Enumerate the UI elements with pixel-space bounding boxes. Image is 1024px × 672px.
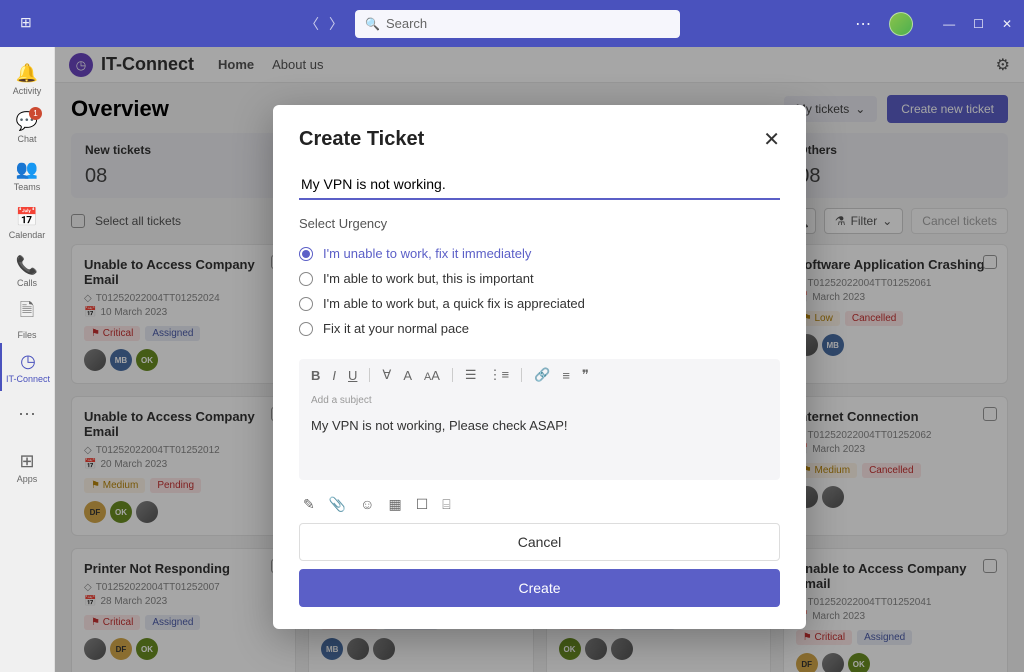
radio-icon [299,272,313,286]
link-icon[interactable]: 🔗 [534,367,550,383]
back-icon[interactable]: 〈 [305,14,319,34]
apps-icon: ⊞ [19,451,34,472]
files-icon: 🗎 [20,298,34,328]
strike-icon[interactable]: ∀ [382,367,391,383]
more-options-icon[interactable]: ⌸ [442,496,450,513]
urgency-label: Select Urgency [299,216,780,231]
number-list-icon[interactable]: ⋮≡ [489,367,510,383]
search-icon: 🔍 [365,17,380,31]
bullet-list-icon[interactable]: ☰ [465,367,477,383]
rail-files[interactable]: 🗎Files [0,295,54,343]
rail-itconnect[interactable]: ◷IT-Connect [0,343,54,391]
titlebar: ⊞ 〈 〉 🔍 Search ⋯ — ☐ ✕ [0,0,1024,47]
search-input[interactable]: 🔍 Search [355,10,680,38]
more-dots-icon: ⋯ [18,404,36,425]
emoji-icon[interactable]: ☺ [360,496,374,513]
bell-icon: 🔔 [16,63,38,84]
close-icon[interactable]: ✕ [1002,17,1012,31]
underline-icon[interactable]: U [348,368,357,383]
urgency-radio-group: I'm unable to work, fix it immediately I… [299,241,780,341]
urgency-option-1[interactable]: I'm unable to work, fix it immediately [299,241,780,266]
calls-icon: 📞 [16,255,38,276]
rail-calendar[interactable]: 📅Calendar [0,199,54,247]
chat-badge: 1 [29,107,42,120]
teams-icon: 👥 [16,159,38,180]
modal-overlay: Create Ticket ✕ Select Urgency I'm unabl… [55,47,1024,672]
modal-title: Create Ticket [299,128,424,151]
forward-icon[interactable]: 〉 [329,14,343,34]
search-placeholder: Search [386,16,427,31]
font-color-icon[interactable]: A [403,368,412,383]
rail-more[interactable]: ⋯ [0,391,54,439]
nav-arrows: 〈 〉 [305,14,343,34]
create-button[interactable]: Create [299,569,780,607]
quote-icon[interactable]: ❞ [582,367,589,383]
bold-icon[interactable]: B [311,368,320,383]
editor-toolbar: B I U ∀ A AA ☰ ⋮≡ 🔗 ≡ ❞ [299,359,780,391]
cancel-button[interactable]: Cancel [299,523,780,561]
code-icon[interactable]: ≡ [562,368,570,383]
gif-icon[interactable]: ▦ [388,496,401,513]
editor-footer: ✎ 📎 ☺ ▦ ☐ ⌸ [299,490,780,523]
itconnect-icon: ◷ [20,351,36,372]
editor-body[interactable]: My VPN is not working, Please check ASAP… [299,410,780,480]
format-icon[interactable]: ✎ [303,496,315,513]
rail-activity[interactable]: 🔔Activity [0,55,54,103]
maximize-icon[interactable]: ☐ [973,17,984,31]
ticket-subject-input[interactable] [299,170,780,200]
user-avatar[interactable] [889,12,913,36]
app-rail: 🔔Activity 💬1Chat 👥Teams 📅Calendar 📞Calls… [0,47,55,672]
radio-icon [299,297,313,311]
editor-subject-placeholder[interactable]: Add a subject [299,391,780,410]
urgency-option-3[interactable]: I'm able to work but, a quick fix is app… [299,291,780,316]
rail-teams[interactable]: 👥Teams [0,151,54,199]
radio-icon [299,322,313,336]
rail-apps[interactable]: ⊞Apps [0,443,54,491]
teams-logo-icon: ⊞ [20,14,40,34]
calendar-icon: 📅 [16,207,38,228]
more-icon[interactable]: ⋯ [855,14,871,34]
rail-chat[interactable]: 💬1Chat [0,103,54,151]
minimize-icon[interactable]: — [943,17,955,31]
create-ticket-modal: Create Ticket ✕ Select Urgency I'm unabl… [273,105,806,629]
sticker-icon[interactable]: ☐ [416,496,429,513]
rich-text-editor: B I U ∀ A AA ☰ ⋮≡ 🔗 ≡ ❞ [299,359,780,480]
attach-icon[interactable]: 📎 [329,496,346,513]
urgency-option-2[interactable]: I'm able to work but, this is important [299,266,780,291]
urgency-option-4[interactable]: Fix it at your normal pace [299,316,780,341]
radio-icon [299,247,313,261]
rail-calls[interactable]: 📞Calls [0,247,54,295]
modal-close-icon[interactable]: ✕ [763,127,780,152]
font-size-icon[interactable]: AA [424,368,440,383]
italic-icon[interactable]: I [332,368,336,383]
